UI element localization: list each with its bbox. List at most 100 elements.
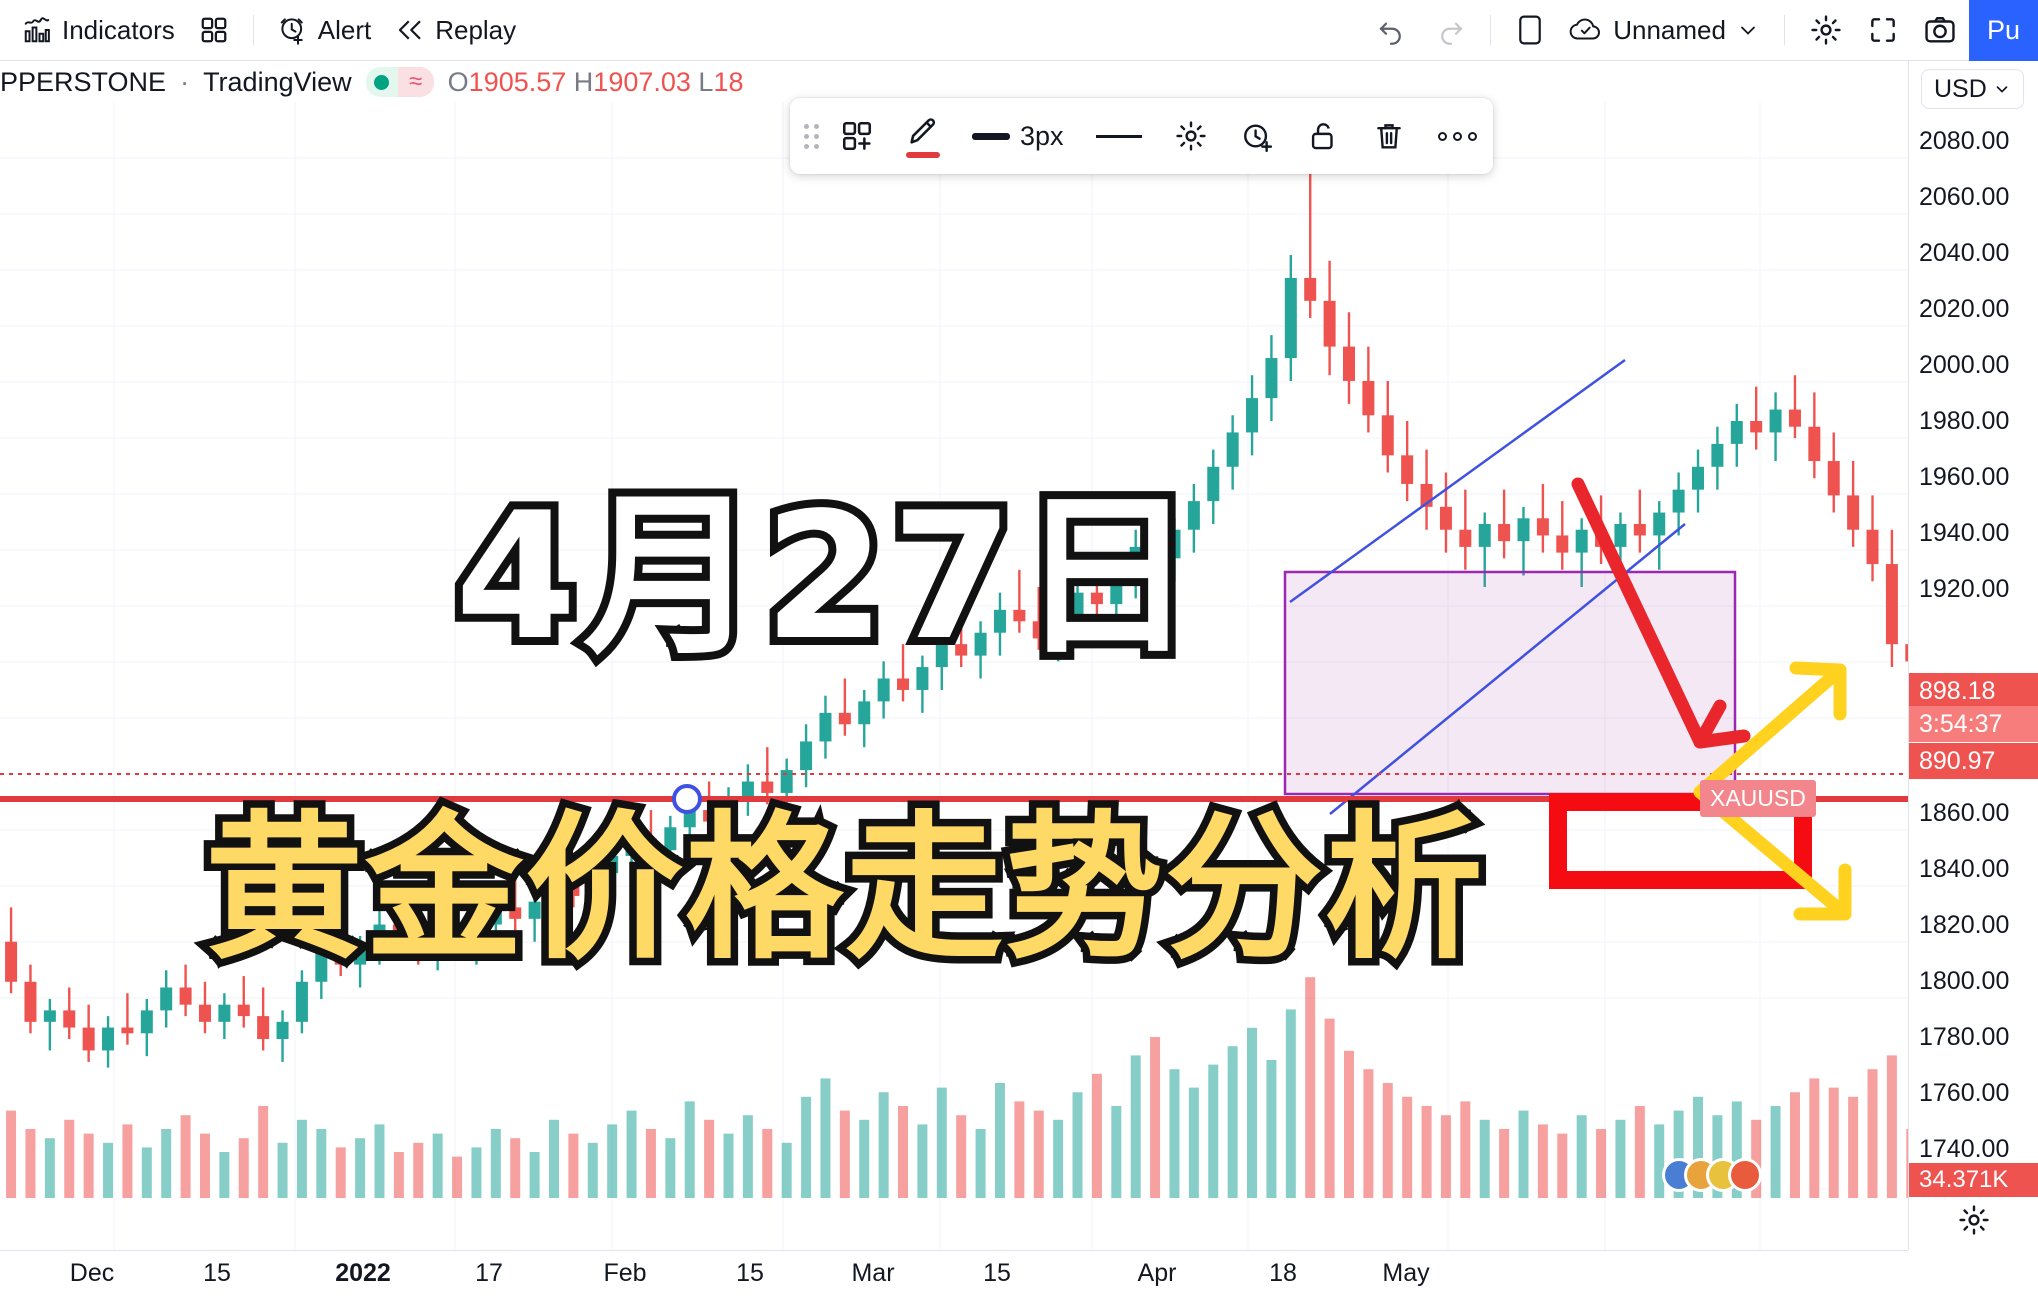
- volume-bar: [1169, 1069, 1180, 1198]
- volume-bar: [471, 1147, 482, 1198]
- indicators-button[interactable]: Indicators: [10, 8, 187, 52]
- drawing-settings-button[interactable]: [1158, 98, 1224, 174]
- volume-bar: [936, 1087, 947, 1198]
- lock-button[interactable]: [1290, 98, 1356, 174]
- template-grid-icon: [840, 119, 874, 153]
- volume-bar: [781, 1142, 792, 1198]
- volume-bar: [1072, 1092, 1083, 1198]
- add-alert-button[interactable]: [1224, 98, 1290, 174]
- grid-layout-icon: [199, 15, 229, 45]
- template-button[interactable]: [824, 98, 890, 174]
- high-label: H: [573, 66, 594, 97]
- delete-button[interactable]: [1356, 98, 1422, 174]
- volume-bar: [1499, 1129, 1510, 1198]
- trash-icon: [1372, 119, 1406, 153]
- open-value: 1905.57: [468, 66, 567, 97]
- price-tick-1960: 1960.00: [1919, 463, 2010, 491]
- layouts-grid-button[interactable]: [187, 8, 241, 52]
- volume-bar: [1615, 1119, 1626, 1198]
- candle: [1401, 421, 1414, 502]
- countdown-badge: 3:54:37: [1909, 706, 2038, 742]
- candle: [218, 993, 231, 1039]
- volume-bar: [1460, 1101, 1471, 1198]
- volume-bar: [1402, 1096, 1413, 1198]
- layout-select-button[interactable]: [1503, 8, 1557, 52]
- volume-bar: [44, 1138, 55, 1198]
- candle: [1381, 380, 1394, 473]
- candle: [1304, 169, 1317, 318]
- candle: [1730, 403, 1743, 467]
- volume-bar: [355, 1138, 366, 1198]
- volume-bar: [1305, 977, 1316, 1198]
- volume-bar: [1828, 1087, 1839, 1198]
- alert-button[interactable]: Alert: [266, 8, 383, 52]
- line-width-button[interactable]: 3px: [956, 98, 1080, 174]
- exchange-label[interactable]: PPERSTONE: [0, 67, 166, 98]
- fullscreen-icon: [1867, 14, 1899, 46]
- line-style-button[interactable]: [1080, 98, 1158, 174]
- candle: [1323, 260, 1336, 376]
- redo-button[interactable]: [1424, 8, 1478, 52]
- settings-button[interactable]: [1797, 8, 1855, 52]
- layout-square-icon: [1515, 13, 1545, 47]
- candle: [819, 695, 832, 759]
- volume-bar: [859, 1119, 870, 1198]
- volume-bar: [1634, 1106, 1645, 1198]
- volume-bar: [258, 1106, 269, 1198]
- volume-bar: [1576, 1115, 1587, 1198]
- toolbar-divider-2: [1490, 15, 1492, 45]
- snapshot-button[interactable]: [1911, 8, 1969, 52]
- volume-badge: 34.371K: [1909, 1163, 2038, 1197]
- price-tick-1840: 1840.00: [1919, 855, 2010, 883]
- volume-bar: [1557, 1133, 1568, 1198]
- chart-settings-gear-button[interactable]: [1957, 1203, 1991, 1242]
- undo-redo-group: [1364, 8, 1478, 52]
- currency-selector[interactable]: USD: [1921, 69, 2024, 109]
- low-value: 18: [713, 66, 744, 97]
- volume-bar: [219, 1152, 230, 1198]
- publish-button[interactable]: Pu: [1968, 0, 2038, 61]
- volume-bars-layer: [6, 977, 1908, 1198]
- volume-bar: [1014, 1101, 1025, 1198]
- candle: [858, 689, 871, 748]
- save-layout-button[interactable]: Unnamed: [1557, 8, 1772, 52]
- price-tick-2040: 2040.00: [1919, 239, 2010, 267]
- volume-bar: [742, 1115, 753, 1198]
- volume-bar: [1343, 1050, 1354, 1198]
- toolbar-left-group: Indicators Alert Replay: [0, 0, 528, 60]
- time-tick-15: 15: [203, 1259, 231, 1287]
- candle: [121, 993, 134, 1045]
- more-options-button[interactable]: [1422, 98, 1493, 174]
- price-tick-1920: 1920.00: [1919, 575, 2010, 603]
- candle: [43, 998, 56, 1051]
- volume-bar: [839, 1110, 850, 1198]
- volume-bar: [1382, 1083, 1393, 1198]
- volume-bar: [1266, 1060, 1277, 1198]
- ellipsis-icon: [1437, 131, 1477, 141]
- candle: [1517, 506, 1530, 576]
- volume-bar: [510, 1138, 521, 1198]
- volume-bar: [1848, 1096, 1859, 1198]
- chevron-down-icon: [1736, 18, 1760, 42]
- line-style-icon: [1095, 134, 1142, 138]
- toolbar-drag-handle[interactable]: [790, 123, 824, 149]
- price-axis[interactable]: USD 2080.00 2060.00 2040.00 2020.00 2000…: [1908, 61, 2038, 1250]
- volume-bar: [1188, 1087, 1199, 1198]
- replay-label: Replay: [435, 14, 517, 45]
- volume-bar: [898, 1106, 909, 1198]
- chevron-down-icon: [1993, 80, 2011, 98]
- pencil-icon: [906, 114, 940, 148]
- undo-button[interactable]: [1364, 8, 1418, 52]
- replay-button[interactable]: Replay: [383, 8, 528, 52]
- volume-bar: [238, 1138, 249, 1198]
- market-status-pill[interactable]: ≈: [365, 67, 434, 97]
- candle: [1556, 501, 1569, 570]
- ohlc-values: O1905.57 H1907.03 L18: [448, 67, 744, 98]
- candle: [140, 998, 153, 1057]
- time-axis[interactable]: Dec 15 2022 17 Feb 15 Mar 15 Apr 18 May: [0, 1250, 1908, 1296]
- candle: [102, 1016, 115, 1068]
- fullscreen-button[interactable]: [1855, 8, 1911, 52]
- volume-bar: [374, 1124, 385, 1198]
- color-pencil-button[interactable]: [890, 98, 956, 174]
- volume-bar: [413, 1142, 424, 1198]
